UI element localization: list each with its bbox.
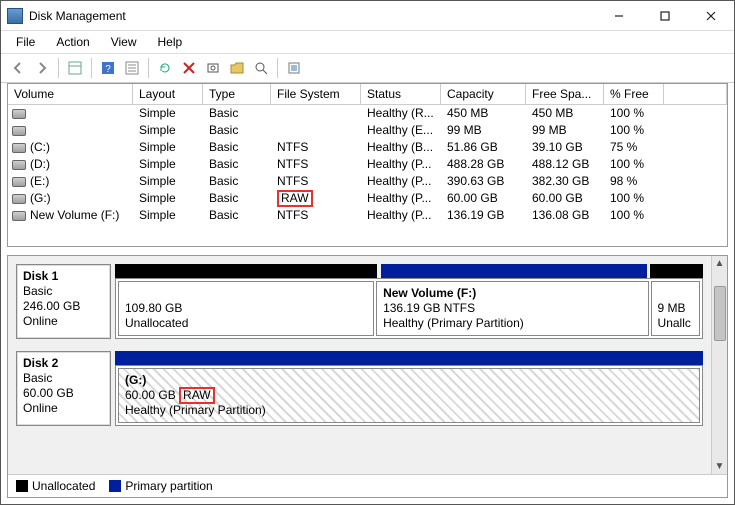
drive-icon — [12, 177, 26, 187]
menu-view[interactable]: View — [102, 33, 146, 51]
col-pct[interactable]: % Free — [604, 84, 664, 105]
maximize-button[interactable] — [642, 1, 688, 31]
col-filesystem[interactable]: File System — [271, 84, 361, 105]
app-icon — [7, 8, 23, 24]
col-layout[interactable]: Layout — [133, 84, 203, 105]
menu-help[interactable]: Help — [149, 33, 192, 51]
drive-icon — [12, 160, 26, 170]
raw-highlight-list: RAW — [277, 190, 313, 207]
close-button[interactable] — [688, 1, 734, 31]
scroll-down-icon[interactable]: ▼ — [715, 459, 725, 474]
settings-button[interactable] — [202, 57, 224, 79]
legend-swatch-primary — [109, 480, 121, 492]
back-button[interactable] — [7, 57, 29, 79]
disk-row-2[interactable]: Disk 2 Basic 60.00 GB Online (G:) — [8, 347, 711, 434]
refresh-button[interactable] — [154, 57, 176, 79]
menu-action[interactable]: Action — [47, 33, 98, 51]
legend: Unallocated Primary partition — [8, 474, 727, 497]
window-title: Disk Management — [29, 9, 596, 23]
scroll-thumb[interactable] — [714, 286, 726, 341]
delete-button[interactable] — [178, 57, 200, 79]
volume-row[interactable]: SimpleBasicHealthy (R...450 MB450 MB100 … — [8, 105, 727, 122]
menubar: File Action View Help — [1, 31, 734, 54]
disk1-unallocated-2[interactable]: 9 MB Unallc — [651, 281, 700, 336]
scroll-up-icon[interactable]: ▲ — [715, 256, 725, 271]
drive-icon — [12, 126, 26, 136]
volume-row[interactable]: New Volume (F:)SimpleBasicNTFSHealthy (P… — [8, 207, 727, 224]
legend-swatch-unallocated — [16, 480, 28, 492]
volume-row[interactable]: (G:)SimpleBasicRAWHealthy (P...60.00 GB6… — [8, 190, 727, 207]
col-status[interactable]: Status — [361, 84, 441, 105]
menu-file[interactable]: File — [7, 33, 44, 51]
toolbar: ? — [1, 54, 734, 83]
disk-info-1: Disk 1 Basic 246.00 GB Online — [16, 264, 111, 339]
disk-row-1[interactable]: Disk 1 Basic 246.00 GB Online — [8, 256, 711, 347]
minimize-button[interactable] — [596, 1, 642, 31]
volume-row[interactable]: (C:)SimpleBasicNTFSHealthy (B...51.86 GB… — [8, 139, 727, 156]
disk-info-2: Disk 2 Basic 60.00 GB Online — [16, 351, 111, 426]
drive-icon — [12, 211, 26, 221]
help-button[interactable]: ? — [97, 57, 119, 79]
col-volume[interactable]: Volume — [8, 84, 133, 105]
svg-text:?: ? — [105, 64, 111, 75]
drive-icon — [12, 143, 26, 153]
open-button[interactable] — [226, 57, 248, 79]
col-free[interactable]: Free Spa... — [526, 84, 604, 105]
forward-button[interactable] — [31, 57, 53, 79]
raw-highlight-graphical: RAW — [179, 387, 215, 404]
volume-list[interactable]: Volume Layout Type File System Status Ca… — [7, 83, 728, 247]
drive-icon — [12, 194, 26, 204]
drive-icon — [12, 109, 26, 119]
disk-graphical-view: Disk 1 Basic 246.00 GB Online — [7, 255, 728, 498]
volume-row[interactable]: SimpleBasicHealthy (E...99 MB99 MB100 % — [8, 122, 727, 139]
search-button[interactable] — [250, 57, 272, 79]
extra-button[interactable] — [283, 57, 305, 79]
properties-button[interactable] — [121, 57, 143, 79]
disk2-volume-g[interactable]: (G:) 60.00 GB RAW Healthy (Primary Parti… — [118, 368, 700, 423]
volume-row[interactable]: (E:)SimpleBasicNTFSHealthy (P...390.63 G… — [8, 173, 727, 190]
volume-list-header: Volume Layout Type File System Status Ca… — [8, 84, 727, 105]
volume-row[interactable]: (D:)SimpleBasicNTFSHealthy (P...488.28 G… — [8, 156, 727, 173]
show-hide-button[interactable] — [64, 57, 86, 79]
col-type[interactable]: Type — [203, 84, 271, 105]
scrollbar-vertical[interactable]: ▲ ▼ — [711, 256, 727, 474]
titlebar: Disk Management — [1, 1, 734, 31]
disk1-unallocated-1[interactable]: 109.80 GB Unallocated — [118, 281, 374, 336]
disk1-volume-f[interactable]: New Volume (F:) 136.19 GB NTFS Healthy (… — [376, 281, 648, 336]
col-capacity[interactable]: Capacity — [441, 84, 526, 105]
